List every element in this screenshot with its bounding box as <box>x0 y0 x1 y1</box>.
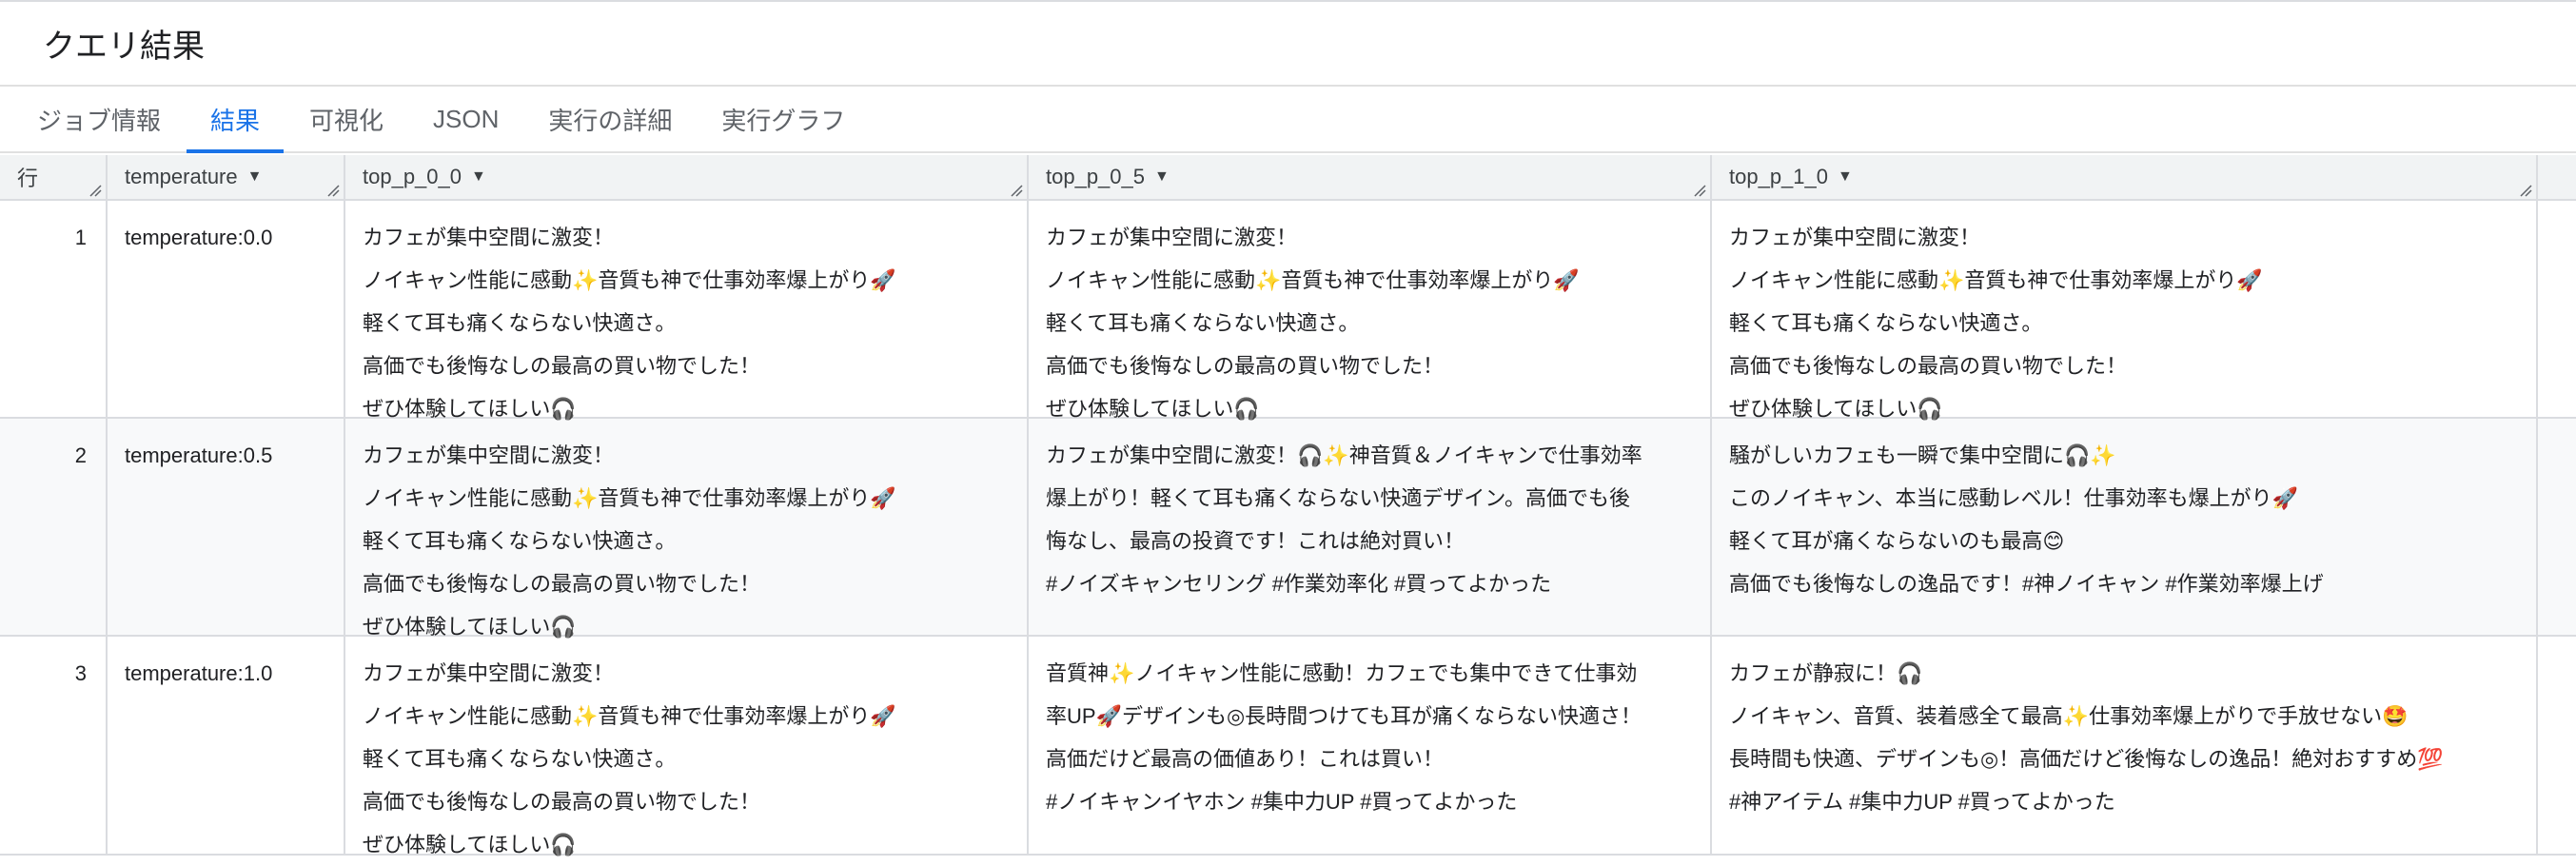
sort-dropdown-icon[interactable]: ▼ <box>1838 168 1853 186</box>
column-label: top_p_1_0 <box>1729 165 1828 188</box>
cell-line: 音質神✨ノイキャン性能に感動！カフェでも集中できて仕事効 <box>1046 661 1638 685</box>
cell-line: ノイキャン、音質、装着感全て最高✨仕事効率爆上がりで手放せない🤩 <box>1729 704 2409 728</box>
cell-line: 高価でも後悔なしの最高の買い物でした！ <box>363 790 761 814</box>
cell-line: カフェが集中空間に激変！ <box>1729 226 1981 249</box>
cell-line: #神アイテム #集中力UP #買ってよかった <box>1729 790 2115 814</box>
cell-line: 軽くて耳も痛くならない快適さ。 <box>363 747 677 771</box>
page-title: クエリ結果 <box>0 2 2576 87</box>
sort-dropdown-icon[interactable]: ▼ <box>471 168 486 186</box>
column-header-top-p-0-0[interactable]: top_p_0_0 ▼ <box>345 155 1029 199</box>
cell-line: 長時間も快適、デザインも◎！高価だけど後悔なしの逸品！絶対おすすめ💯 <box>1729 747 2444 771</box>
cell-line: 高価でも後悔なしの逸品です！#神ノイキャン #作業効率爆上げ <box>1729 572 2324 596</box>
column-resize-handle[interactable] <box>88 184 102 197</box>
tab-json[interactable]: JSON <box>409 87 522 151</box>
column-header-row-number: 行 <box>0 155 108 199</box>
table-row: 1 temperature:0.0 カフェが集中空間に激変！ ノイキャン性能に感… <box>0 201 2576 421</box>
cell-line: 高価でも後悔なしの最高の買い物でした！ <box>363 572 761 596</box>
top-p-0-0-cell: カフェが集中空間に激変！ ノイキャン性能に感動✨音質も神で仕事効率爆上がり🚀 軽… <box>345 637 1029 856</box>
sort-dropdown-icon[interactable]: ▼ <box>1154 168 1170 186</box>
row-number: 1 <box>0 201 108 417</box>
top-p-0-5-cell: カフェが集中空間に激変！🎧✨神音質＆ノイキャンで仕事効率 爆上がり！軽くて耳も痛… <box>1029 419 1712 635</box>
cell-line: #ノイズキャンセリング #作業効率化 #買ってよかった <box>1046 572 1552 596</box>
tab-execution-graph[interactable]: 実行グラフ <box>698 87 869 151</box>
column-resize-handle[interactable] <box>326 184 340 197</box>
cell-line: カフェが集中空間に激変！ <box>363 443 615 467</box>
tab-bar: ジョブ情報 結果 可視化 JSON 実行の詳細 実行グラフ <box>0 87 2576 153</box>
cell-line: カフェが集中空間に激変！🎧✨神音質＆ノイキャンで仕事効率 <box>1046 443 1642 467</box>
cell-line: ノイキャン性能に感動✨音質も神で仕事効率爆上がり🚀 <box>1729 268 2263 292</box>
cell-line: 軽くて耳も痛くならない快適さ。 <box>363 529 677 553</box>
cell-line: カフェが静寂に！🎧 <box>1729 661 1923 685</box>
column-label: top_p_0_5 <box>1046 165 1145 188</box>
cell-line: ぜひ体験してほしい🎧 <box>363 833 577 856</box>
spacer-cell <box>2538 201 2576 417</box>
spacer-cell <box>2538 637 2576 854</box>
cell-line: 高価だけど最高の価値あり！これは買い！ <box>1046 747 1445 771</box>
top-p-0-0-cell: カフェが集中空間に激変！ ノイキャン性能に感動✨音質も神で仕事効率爆上がり🚀 軽… <box>345 419 1029 639</box>
cell-line: 爆上がり！軽くて耳も痛くならない快適デザイン。高価でも後 <box>1046 486 1631 510</box>
cell-line: 高価でも後悔なしの最高の買い物でした！ <box>1729 354 2128 378</box>
column-label: top_p_0_0 <box>363 165 462 188</box>
column-label: temperature <box>125 165 238 188</box>
tab-visualization[interactable]: 可視化 <box>285 87 407 151</box>
column-label: 行 <box>17 167 39 190</box>
cell-line: ノイキャン性能に感動✨音質も神で仕事効率爆上がり🚀 <box>363 704 896 728</box>
table-header: 行 temperature ▼ top_p_0_0 ▼ top_p_0_5 ▼ … <box>0 155 2576 201</box>
row-number: 3 <box>0 637 108 854</box>
sort-dropdown-icon[interactable]: ▼ <box>247 168 263 186</box>
temperature-cell: temperature:0.0 <box>108 201 345 417</box>
cell-line: カフェが集中空間に激変！ <box>363 226 615 249</box>
cell-line: このノイキャン、本当に感動レベル！仕事効率も爆上がり🚀 <box>1729 486 2299 510</box>
cell-line: 悔なし、最高の投資です！これは絶対買い！ <box>1046 529 1465 553</box>
cell-line: カフェが集中空間に激変！ <box>1046 226 1298 249</box>
cell-line: カフェが集中空間に激変！ <box>363 661 615 685</box>
results-table: 行 temperature ▼ top_p_0_0 ▼ top_p_0_5 ▼ … <box>0 155 2576 856</box>
tab-results[interactable]: 結果 <box>187 87 285 153</box>
column-header-spacer <box>2538 155 2576 199</box>
cell-line: 高価でも後悔なしの最高の買い物でした！ <box>1046 354 1445 378</box>
spacer-cell <box>2538 419 2576 635</box>
temperature-cell: temperature:0.5 <box>108 419 345 635</box>
top-p-1-0-cell: カフェが集中空間に激変！ ノイキャン性能に感動✨音質も神で仕事効率爆上がり🚀 軽… <box>1712 201 2538 421</box>
tab-execution-details[interactable]: 実行の詳細 <box>524 87 696 151</box>
column-resize-handle[interactable] <box>1010 184 1023 197</box>
tab-job-info[interactable]: ジョブ情報 <box>13 87 185 151</box>
cell-line: 軽くて耳も痛くならない快適さ。 <box>363 311 677 335</box>
table-row: 3 temperature:1.0 カフェが集中空間に激変！ ノイキャン性能に感… <box>0 637 2576 856</box>
top-p-1-0-cell: カフェが静寂に！🎧 ノイキャン、音質、装着感全て最高✨仕事効率爆上がりで手放せな… <box>1712 637 2538 854</box>
cell-line: 騒がしいカフェも一瞬で集中空間に🎧✨ <box>1729 443 2116 467</box>
top-p-0-5-cell: 音質神✨ノイキャン性能に感動！カフェでも集中できて仕事効 率UP🚀デザインも◎長… <box>1029 637 1712 854</box>
column-resize-handle[interactable] <box>1693 184 1706 197</box>
cell-line: 軽くて耳も痛くならない快適さ。 <box>1729 311 2043 335</box>
column-header-top-p-0-5[interactable]: top_p_0_5 ▼ <box>1029 155 1712 199</box>
cell-line: 軽くて耳も痛くならない快適さ。 <box>1046 311 1360 335</box>
top-p-1-0-cell: 騒がしいカフェも一瞬で集中空間に🎧✨ このノイキャン、本当に感動レベル！仕事効率… <box>1712 419 2538 635</box>
top-p-0-5-cell: カフェが集中空間に激変！ ノイキャン性能に感動✨音質も神で仕事効率爆上がり🚀 軽… <box>1029 201 1712 421</box>
table-row: 2 temperature:0.5 カフェが集中空間に激変！ ノイキャン性能に感… <box>0 419 2576 639</box>
cell-line: 率UP🚀デザインも◎長時間つけても耳が痛くならない快適さ！ <box>1046 704 1642 728</box>
temperature-cell: temperature:1.0 <box>108 637 345 854</box>
cell-line: ノイキャン性能に感動✨音質も神で仕事効率爆上がり🚀 <box>1046 268 1580 292</box>
column-header-top-p-1-0[interactable]: top_p_1_0 ▼ <box>1712 155 2538 199</box>
top-p-0-0-cell: カフェが集中空間に激変！ ノイキャン性能に感動✨音質も神で仕事効率爆上がり🚀 軽… <box>345 201 1029 421</box>
row-number: 2 <box>0 419 108 635</box>
cell-line: ノイキャン性能に感動✨音質も神で仕事効率爆上がり🚀 <box>363 486 896 510</box>
column-resize-handle[interactable] <box>2519 184 2532 197</box>
cell-line: 軽くて耳が痛くならないのも最高😊 <box>1729 529 2065 553</box>
column-header-temperature[interactable]: temperature ▼ <box>108 155 345 199</box>
cell-line: #ノイキャンイヤホン #集中力UP #買ってよかった <box>1046 790 1518 814</box>
cell-line: ノイキャン性能に感動✨音質も神で仕事効率爆上がり🚀 <box>363 268 896 292</box>
cell-line: 高価でも後悔なしの最高の買い物でした！ <box>363 354 761 378</box>
